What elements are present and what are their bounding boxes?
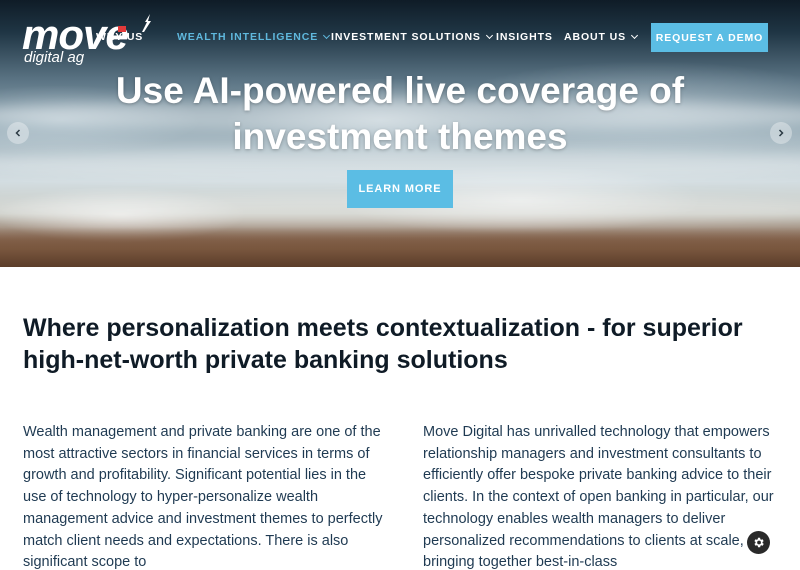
nav-item-label: Insights bbox=[496, 31, 553, 43]
cookie-settings-button[interactable] bbox=[747, 531, 770, 554]
logo-subtitle: digital ag bbox=[24, 49, 85, 66]
carousel-prev-button[interactable] bbox=[7, 122, 29, 144]
nav-item-label: About Us bbox=[564, 31, 627, 43]
hero-title: Use AI-powered live coverage of investme… bbox=[115, 70, 685, 157]
chevron-down-icon bbox=[485, 31, 493, 40]
request-demo-button[interactable]: Request a Demo bbox=[651, 23, 768, 52]
nav-item-about-us[interactable]: About Us bbox=[564, 31, 639, 43]
nav-item-investment-solutions[interactable]: Investment Solutions bbox=[331, 31, 493, 43]
learn-more-button[interactable]: Learn More bbox=[347, 170, 453, 208]
nav-item-label: Wealth Intelligence bbox=[177, 31, 319, 43]
nav-item-label: Why Us bbox=[96, 31, 144, 43]
gear-icon bbox=[754, 537, 764, 548]
section-heading: Where personalization meets contextualiz… bbox=[23, 314, 743, 374]
carousel-next-button[interactable] bbox=[770, 122, 792, 144]
chevron-left-icon bbox=[15, 129, 21, 137]
nav-item-wealth-intelligence[interactable]: Wealth Intelligence bbox=[177, 31, 331, 43]
nav-item-label: Investment Solutions bbox=[331, 31, 481, 43]
chevron-down-icon bbox=[631, 31, 639, 40]
nav-item-why-us[interactable]: Why Us bbox=[96, 31, 143, 43]
chevron-down-icon bbox=[323, 31, 331, 40]
nav-item-insights[interactable]: Insights bbox=[496, 31, 553, 43]
intro-paragraph-right: Move Digital has unrivalled technology t… bbox=[423, 424, 774, 570]
intro-paragraph-left: Wealth management and private banking ar… bbox=[23, 424, 383, 570]
chevron-right-icon bbox=[778, 129, 784, 137]
hero-shoreline bbox=[0, 227, 800, 267]
